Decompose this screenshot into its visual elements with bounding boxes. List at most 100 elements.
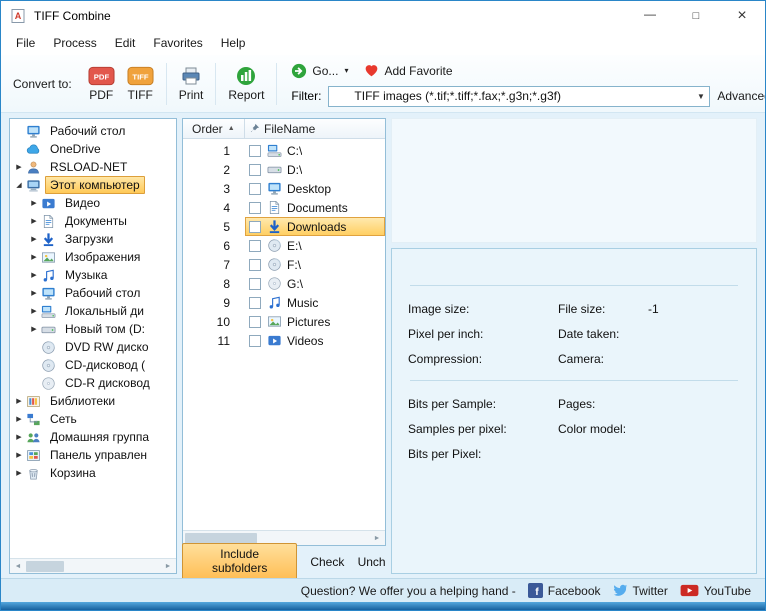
tree-item-cloud-1[interactable]: OneDrive: [10, 140, 176, 158]
tree-collapsed-arrow-icon[interactable]: ▶: [28, 217, 40, 225]
tree-item-library-15[interactable]: ▶ Библиотеки: [10, 392, 176, 410]
tree-collapsed-arrow-icon[interactable]: ▶: [13, 163, 25, 171]
file-entry[interactable]: Videos: [245, 331, 385, 350]
facebook-link[interactable]: f Facebook: [527, 583, 601, 598]
convert-tiff-button[interactable]: TIFF TIFF: [121, 64, 160, 104]
file-entry[interactable]: Music: [245, 293, 385, 312]
tree-item-homegroup-17[interactable]: ▶ Домашняя группа: [10, 428, 176, 446]
scroll-left-icon[interactable]: ◄: [10, 563, 26, 570]
tree-collapsed-arrow-icon[interactable]: ▶: [28, 271, 40, 279]
tree-item-drive-11[interactable]: ▶ Новый том (D:: [10, 320, 176, 338]
tree-item-video-4[interactable]: ▶ Видео: [10, 194, 176, 212]
tree-collapsed-arrow-icon[interactable]: ▶: [28, 253, 40, 261]
tree-collapsed-arrow-icon[interactable]: ▶: [28, 235, 40, 243]
minimize-button[interactable]: —: [627, 1, 673, 31]
file-row-c[interactable]: 1 C:\: [183, 141, 385, 160]
advanced-filter-link[interactable]: Advanced filter: [717, 89, 765, 103]
file-entry[interactable]: G:\: [245, 274, 385, 293]
file-entry[interactable]: Downloads: [245, 217, 385, 236]
file-checkbox[interactable]: [249, 163, 261, 176]
tree-collapsed-arrow-icon[interactable]: ▶: [28, 307, 40, 315]
file-row-e[interactable]: 6 E:\: [183, 236, 385, 255]
file-checkbox[interactable]: [249, 182, 261, 195]
tree-item-cd-drive-13[interactable]: CD-дисковод (: [10, 356, 176, 374]
file-entry[interactable]: Desktop: [245, 179, 385, 198]
scroll-right-icon[interactable]: ►: [160, 563, 176, 570]
file-checkbox[interactable]: [249, 144, 261, 157]
file-checkbox[interactable]: [249, 220, 261, 233]
tree-collapsed-arrow-icon[interactable]: ▶: [28, 325, 40, 333]
tree-collapsed-arrow-icon[interactable]: ▶: [28, 289, 40, 297]
report-button[interactable]: Report: [222, 64, 270, 104]
file-checkbox[interactable]: [249, 334, 261, 347]
tree-item-recycle-bin-19[interactable]: ▶ Корзина: [10, 464, 176, 482]
check-button[interactable]: Check: [309, 553, 344, 571]
file-row-videos[interactable]: 11 Videos: [183, 331, 385, 350]
file-checkbox[interactable]: [249, 315, 261, 328]
twitter-link[interactable]: Twitter: [613, 583, 668, 598]
include-subfolders-button[interactable]: Include subfolders: [182, 543, 298, 580]
maximize-button[interactable]: □: [673, 1, 719, 31]
combobox-dropdown-icon[interactable]: ▼: [692, 92, 709, 101]
menu-file[interactable]: File: [7, 33, 44, 53]
menu-edit[interactable]: Edit: [106, 33, 145, 53]
file-entry[interactable]: C:\: [245, 141, 385, 160]
tree-item-download-6[interactable]: ▶ Загрузки: [10, 230, 176, 248]
menu-process[interactable]: Process: [44, 33, 105, 53]
close-button[interactable]: ×: [719, 1, 765, 31]
tree-item-desktop-0[interactable]: Рабочий стол: [10, 122, 176, 140]
youtube-link[interactable]: YouTube: [680, 583, 751, 598]
tree-item-cd-14[interactable]: CD-R дисковод: [10, 374, 176, 392]
file-checkbox[interactable]: [249, 277, 261, 290]
file-row-music[interactable]: 9 Music: [183, 293, 385, 312]
tree-item-document-5[interactable]: ▶ Документы: [10, 212, 176, 230]
file-entry[interactable]: D:\: [245, 160, 385, 179]
scrollbar-thumb[interactable]: [26, 560, 64, 572]
tree-item-user-2[interactable]: ▶ RSLOAD-NET: [10, 158, 176, 176]
tree-collapsed-arrow-icon[interactable]: ▶: [13, 415, 25, 423]
add-favorite-button[interactable]: Add Favorite: [364, 63, 453, 78]
menu-help[interactable]: Help: [212, 33, 255, 53]
tree-collapsed-arrow-icon[interactable]: ▶: [13, 469, 25, 477]
scrollbar-thumb[interactable]: [185, 532, 257, 544]
file-row-documents[interactable]: 4 Documents: [183, 198, 385, 217]
tree-horizontal-scrollbar[interactable]: ◄ ►: [10, 558, 176, 573]
menu-favorites[interactable]: Favorites: [144, 33, 211, 53]
tree-item-drive-sys-10[interactable]: ▶ Локальный ди: [10, 302, 176, 320]
print-button[interactable]: Print: [173, 64, 210, 104]
column-header-filename[interactable]: FileName: [245, 119, 385, 138]
file-entry[interactable]: E:\: [245, 236, 385, 255]
file-checkbox[interactable]: [249, 296, 261, 309]
file-row-desktop[interactable]: 3 Desktop: [183, 179, 385, 198]
file-row-pictures[interactable]: 10 Pictures: [183, 312, 385, 331]
file-row-g[interactable]: 8 G:\: [183, 274, 385, 293]
file-row-downloads[interactable]: 5 Downloads: [183, 217, 385, 236]
tree-item-cd-drive-12[interactable]: DVD RW диско: [10, 338, 176, 356]
file-row-f[interactable]: 7 F:\: [183, 255, 385, 274]
go-button[interactable]: Go... ▾: [291, 63, 348, 79]
tree-item-network-16[interactable]: ▶ Сеть: [10, 410, 176, 428]
file-checkbox[interactable]: [249, 201, 261, 214]
tree-expanded-arrow-icon[interactable]: ◢: [13, 181, 25, 189]
cd-icon: [40, 375, 57, 391]
convert-pdf-button[interactable]: PDF PDF: [82, 64, 121, 104]
tree-item-desktop-9[interactable]: ▶ Рабочий стол: [10, 284, 176, 302]
tree-collapsed-arrow-icon[interactable]: ▶: [28, 199, 40, 207]
file-entry[interactable]: F:\: [245, 255, 385, 274]
tree-item-control-panel-18[interactable]: ▶ Панель управлен: [10, 446, 176, 464]
column-header-order[interactable]: Order ▲: [183, 119, 245, 138]
filter-combobox[interactable]: TIFF images (*.tif;*.tiff;*.fax;*.g3n;*.…: [328, 85, 711, 107]
tree-item-computer-3[interactable]: ◢ Этот компьютер: [10, 176, 176, 194]
file-entry[interactable]: Pictures: [245, 312, 385, 331]
scroll-right-icon[interactable]: ►: [369, 535, 385, 542]
file-row-d[interactable]: 2 D:\: [183, 160, 385, 179]
tree-item-picture-7[interactable]: ▶ Изображения: [10, 248, 176, 266]
file-checkbox[interactable]: [249, 258, 261, 271]
tree-collapsed-arrow-icon[interactable]: ▶: [13, 397, 25, 405]
tree-collapsed-arrow-icon[interactable]: ▶: [13, 433, 25, 441]
tree-collapsed-arrow-icon[interactable]: ▶: [13, 451, 25, 459]
tree-item-music-8[interactable]: ▶ Музыка: [10, 266, 176, 284]
uncheck-button[interactable]: Unch: [357, 553, 386, 571]
file-checkbox[interactable]: [249, 239, 261, 252]
file-entry[interactable]: Documents: [245, 198, 385, 217]
